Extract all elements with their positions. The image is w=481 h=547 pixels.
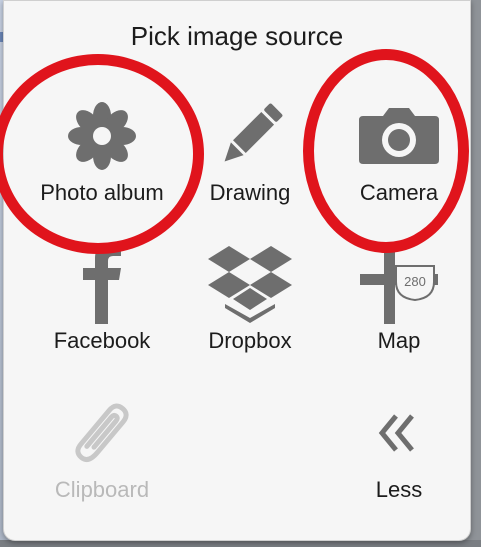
image-source-popover: Pick image source Photo album Drawing Ca… bbox=[3, 0, 471, 541]
map-button[interactable]: 280 Map bbox=[324, 244, 474, 364]
drawing-button[interactable]: Drawing bbox=[175, 96, 325, 216]
less-label: Less bbox=[375, 477, 423, 502]
clipboard-button[interactable]: Clipboard bbox=[27, 393, 177, 513]
facebook-label: Facebook bbox=[53, 328, 151, 353]
dropbox-button[interactable]: Dropbox bbox=[175, 244, 325, 364]
facebook-button[interactable]: Facebook bbox=[27, 244, 177, 364]
photo-album-label: Photo album bbox=[40, 180, 164, 205]
flower-icon bbox=[27, 96, 177, 176]
facebook-icon bbox=[27, 244, 177, 324]
camera-label: Camera bbox=[359, 180, 439, 205]
pencil-icon bbox=[175, 96, 325, 176]
background-below-panel bbox=[0, 540, 481, 547]
dropbox-label: Dropbox bbox=[208, 328, 292, 353]
map-label: Map bbox=[377, 328, 421, 353]
photo-album-button[interactable]: Photo album bbox=[27, 96, 177, 216]
double-chevron-left-icon bbox=[324, 393, 474, 473]
camera-button[interactable]: Camera bbox=[324, 96, 474, 216]
map-sign-number: 280 bbox=[404, 274, 426, 289]
dropbox-icon bbox=[175, 244, 325, 324]
camera-icon bbox=[324, 96, 474, 176]
map-road-sign-icon: 280 bbox=[324, 244, 474, 324]
paperclip-icon bbox=[27, 393, 177, 473]
popover-title: Pick image source bbox=[130, 21, 344, 51]
drawing-label: Drawing bbox=[209, 180, 291, 205]
clipboard-label: Clipboard bbox=[54, 477, 150, 502]
less-button[interactable]: Less bbox=[324, 393, 474, 513]
